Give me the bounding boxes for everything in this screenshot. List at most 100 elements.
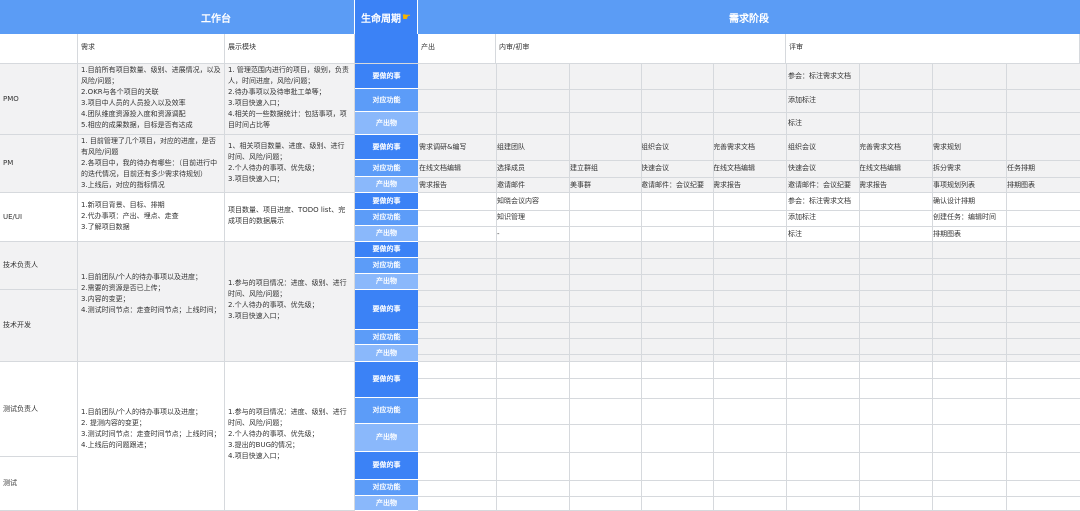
- pmo-product-label: 产出物: [355, 112, 418, 135]
- pm-product-item[interactable]: 排期图表: [1007, 180, 1035, 191]
- tech-module[interactable]: 1.参与的项目情况：进度、级别、进行时间、风险/问题； 2.个人待办的事项、优先…: [225, 242, 355, 362]
- testlead-todo-label: 要做的事: [355, 362, 418, 398]
- grid-column-line: [1006, 64, 1007, 511]
- grid-row-line: [418, 480, 1080, 481]
- ueui-demand[interactable]: 1.新项目背景、目标、排期 2.代办事项：产出、埋点、走查 3.了解项目数据: [78, 193, 225, 242]
- pm-todo-item[interactable]: 需求规划: [933, 142, 961, 153]
- ueui-module[interactable]: 项目数量、项目进度、TODO list、完成项目的数据展示: [225, 193, 355, 242]
- techdev-todo-label: 要做的事: [355, 290, 418, 330]
- subheader-module[interactable]: 展示模块: [225, 34, 355, 64]
- pm-func-item[interactable]: 选择成员: [497, 163, 525, 174]
- pm-demand[interactable]: 1. 目前管理了几个项目，对应的进度，是否有风险/问题 2.各项目中，我的待办有…: [78, 135, 225, 193]
- grid-row-line: [418, 226, 1080, 227]
- grid-row-line: [418, 258, 1080, 259]
- grid-column-line: [496, 64, 497, 511]
- ueui-func-item[interactable]: 知识管理: [497, 212, 525, 223]
- header-lifecycle[interactable]: 生命周期 ☛: [355, 0, 417, 34]
- tech-stage-area[interactable]: [418, 242, 1080, 362]
- pmo-todo-label: 要做的事: [355, 64, 418, 89]
- pm-todo-item[interactable]: 完善需求文档: [859, 142, 901, 153]
- pm-product-item[interactable]: 邀请邮件：会议纪要: [788, 180, 851, 191]
- ueui-todo-item[interactable]: 参会：标注需求文档: [788, 196, 851, 207]
- header-workbench[interactable]: 工作台: [78, 0, 354, 34]
- grid-row-line: [418, 354, 1080, 355]
- pm-todo-item[interactable]: 组织会议: [641, 142, 669, 153]
- grid-row-line: [418, 89, 1080, 90]
- pm-product-item[interactable]: 邀请邮件: [497, 180, 525, 191]
- testlead-product-label: 产出物: [355, 424, 418, 452]
- pm-module[interactable]: 1、相关项目数量、进度、级别、进行时间、风险/问题； 2.个人待办的事项、优先级…: [225, 135, 355, 193]
- header-demand-stage[interactable]: 需求阶段: [418, 0, 1080, 34]
- subheader-review[interactable]: 内审/初审: [496, 34, 786, 64]
- pmo-demand[interactable]: 1.目前所有项目数量、级别、进展情况，以及风险/问题； 2.OKR与各个项目的关…: [78, 64, 225, 135]
- test-module[interactable]: 1.参与的项目情况：进度、级别、进行时间、风险/问题； 2.个人待办的事项、优先…: [225, 362, 355, 511]
- techdev-product-label: 产出物: [355, 345, 418, 362]
- pm-func-item[interactable]: 在线文档编辑: [859, 163, 901, 174]
- ueui-product-item[interactable]: 标注: [788, 229, 802, 240]
- ueui-func-item[interactable]: 创建任务：编辑时间: [933, 212, 996, 223]
- grid-column-line: [569, 64, 570, 511]
- pm-product-item[interactable]: 美事群: [570, 180, 591, 191]
- pm-func-label: 对应功能: [355, 160, 418, 177]
- test-stage-area[interactable]: [418, 362, 1080, 511]
- role-ueui[interactable]: UE/UI: [0, 193, 78, 242]
- pm-func-item[interactable]: 任务排期: [1007, 163, 1035, 174]
- pmo-module[interactable]: 1. 管理范围内进行的项目，级别，负责人，时间进度，风险/问题； 2.待办事项以…: [225, 64, 355, 135]
- grid-row-line: [418, 452, 1080, 453]
- subheader-assess[interactable]: 评审: [786, 34, 1080, 64]
- pm-func-item[interactable]: 在线文档编辑: [419, 163, 461, 174]
- ueui-product-item[interactable]: 排期图表: [933, 229, 961, 240]
- pm-product-item[interactable]: 事项规划列表: [933, 180, 975, 191]
- subheader-lifecycle[interactable]: [355, 34, 418, 64]
- ueui-func-item[interactable]: 添加标注: [788, 212, 816, 223]
- pm-func-item[interactable]: 拆分需求: [933, 163, 961, 174]
- techdev-func-label: 对应功能: [355, 330, 418, 345]
- grid-row-line: [418, 274, 1080, 275]
- pm-product-item[interactable]: 需求报告: [859, 180, 887, 191]
- grid-row-line: [418, 177, 1080, 178]
- pm-product-item[interactable]: 需求报告: [713, 180, 741, 191]
- grid-row-line: [418, 210, 1080, 211]
- grid-row-line: [418, 338, 1080, 339]
- grid-column-line: [713, 64, 714, 511]
- ueui-func-label: 对应功能: [355, 210, 418, 226]
- role-pm[interactable]: PM: [0, 135, 78, 193]
- pm-func-item[interactable]: 在线文档编辑: [713, 163, 755, 174]
- header-corner[interactable]: [0, 0, 78, 34]
- pm-todo-item[interactable]: 需求调研&编写: [419, 142, 466, 153]
- role-test-lead[interactable]: 测试负责人: [0, 362, 78, 457]
- role-tech-dev[interactable]: 技术开发: [0, 290, 78, 362]
- subheader-output[interactable]: 产出: [418, 34, 496, 64]
- pm-func-item[interactable]: 快速会议: [641, 163, 669, 174]
- pm-func-item[interactable]: 建立群组: [570, 163, 598, 174]
- pm-func-item[interactable]: 快速会议: [788, 163, 816, 174]
- pm-product-item[interactable]: 邀请邮件：会议纪要: [641, 180, 704, 191]
- grid-row-line: [418, 424, 1080, 425]
- pm-todo-item[interactable]: 组建团队: [497, 142, 525, 153]
- subheader-corner[interactable]: [0, 34, 78, 64]
- pmo-stage-area[interactable]: [418, 64, 1080, 135]
- pm-product-item[interactable]: 需求报告: [419, 180, 447, 191]
- ueui-todo-item[interactable]: 知晓会议内容: [497, 196, 539, 207]
- pmo-todo-1[interactable]: 参会：标注需求文档: [788, 71, 851, 82]
- ueui-product-label: 产出物: [355, 226, 418, 242]
- ueui-todo-item[interactable]: 确认设计排期: [933, 196, 975, 207]
- grid-row-line: [418, 496, 1080, 497]
- grid-row-line: [418, 398, 1080, 399]
- pmo-func-label: 对应功能: [355, 89, 418, 112]
- test-demand[interactable]: 1.目前团队/个人的待办事项以及进度； 2. 提测内容的变更； 3.测试时间节点…: [78, 362, 225, 511]
- role-test[interactable]: 测试: [0, 457, 78, 511]
- ueui-todo-label: 要做的事: [355, 193, 418, 210]
- pm-todo-item[interactable]: 组织会议: [788, 142, 816, 153]
- pmo-func-1[interactable]: 添加标注: [788, 95, 816, 106]
- pmo-product-1[interactable]: 标注: [788, 118, 802, 129]
- role-pmo[interactable]: PMO: [0, 64, 78, 135]
- subheader-demand[interactable]: 需求: [78, 34, 225, 64]
- grid-column-line: [641, 64, 642, 511]
- role-tech-lead[interactable]: 技术负责人: [0, 242, 78, 290]
- tech-demand[interactable]: 1.目前团队/个人的待办事项以及进度； 2.需要的资源是否已上传； 3.内容的变…: [78, 242, 225, 362]
- grid-row-line: [418, 112, 1080, 113]
- pm-todo-item[interactable]: 完善需求文档: [713, 142, 755, 153]
- grid-row-line: [418, 290, 1080, 291]
- ueui-product-item[interactable]: -: [497, 229, 500, 240]
